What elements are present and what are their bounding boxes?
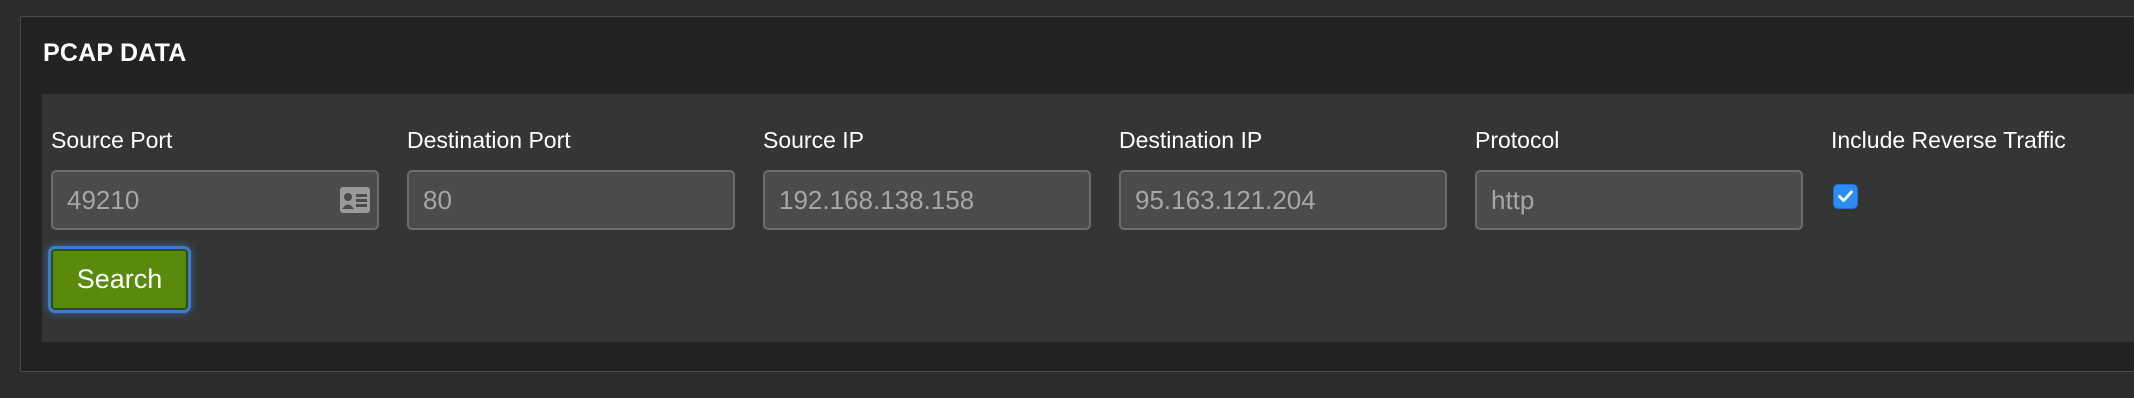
protocol-box (1475, 170, 1803, 230)
source-port-label: Source Port (51, 127, 173, 153)
source-ip-box (763, 170, 1091, 230)
protocol-label: Protocol (1475, 127, 1560, 153)
destination-ip-input[interactable] (1121, 172, 1445, 228)
destination-port-box (407, 170, 735, 230)
source-ip-input[interactable] (765, 172, 1089, 228)
source-port-input[interactable] (53, 172, 377, 228)
source-ip-label: Source IP (763, 127, 864, 153)
destination-port-label: Destination Port (407, 127, 571, 153)
search-button[interactable]: Search (51, 249, 188, 310)
panel-title: PCAP DATA (43, 39, 187, 67)
contact-card-icon[interactable] (339, 186, 371, 214)
destination-port-input[interactable] (409, 172, 733, 228)
include-reverse-checkbox[interactable] (1833, 184, 1858, 209)
destination-ip-box (1119, 170, 1447, 230)
protocol-input[interactable] (1477, 172, 1801, 228)
source-port-box (51, 170, 379, 230)
filter-form: Source Port Destination Port Source (42, 94, 2134, 342)
destination-ip-label: Destination IP (1119, 127, 1263, 153)
checkmark-icon (1838, 190, 1853, 203)
pcap-data-panel: PCAP DATA Source Port Destination Port (20, 16, 2134, 372)
include-reverse-label: Include Reverse Traffic (1831, 127, 2066, 153)
